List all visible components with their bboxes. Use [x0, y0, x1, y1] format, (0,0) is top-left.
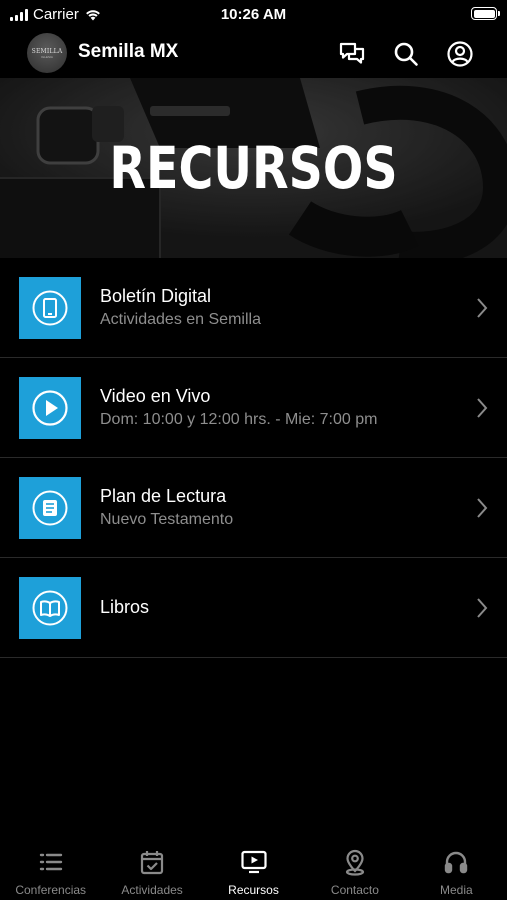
resource-subtitle: Dom: 10:00 y 12:00 hrs. - Mie: 7:00 pm [100, 411, 378, 428]
hero-banner: RECURSOS [0, 78, 507, 258]
chat-bubbles-icon [339, 42, 365, 64]
resource-item-libros[interactable]: Libros [0, 558, 507, 658]
resource-title: Plan de Lectura [100, 486, 227, 506]
book-icon [32, 590, 68, 626]
reading-plan-icon [32, 490, 68, 526]
app-title: Semilla MX [78, 41, 179, 62]
avatar-logo-text: SEMILLA [31, 47, 63, 55]
chat-button[interactable] [338, 40, 366, 68]
resource-icon-tile [19, 277, 81, 339]
resource-title: Libros [100, 597, 150, 617]
search-button[interactable] [392, 40, 420, 68]
resource-icon-tile [19, 377, 81, 439]
tab-contacto[interactable]: Contacto [304, 838, 405, 900]
chevron-right-icon [475, 296, 489, 320]
avatar[interactable]: SEMILLA IGLESIA [27, 33, 67, 73]
status-time: 10:26 AM [220, 6, 287, 23]
resource-title: Boletín Digital [100, 286, 212, 306]
app-header: SEMILLA IGLESIA Semilla MX [0, 30, 507, 78]
resource-item-plan-lectura[interactable]: Plan de Lectura Nuevo Testamento [0, 458, 507, 558]
chevron-right-icon [475, 596, 489, 620]
resource-icon-tile [19, 577, 81, 639]
headphones-icon [445, 851, 468, 874]
tab-label: Conferencias [15, 883, 87, 897]
tab-actividades[interactable]: Actividades [101, 838, 202, 900]
hero-title: RECURSOS [109, 134, 398, 202]
battery-icon [471, 7, 500, 20]
calendar-check-icon [141, 851, 164, 875]
play-icon [32, 390, 68, 426]
tab-recursos[interactable]: Recursos [203, 838, 304, 900]
user-circle-icon [447, 41, 473, 67]
tab-label: Actividades [121, 883, 183, 897]
avatar-logo-subtext: IGLESIA [41, 54, 53, 59]
status-bar: Carrier 10:26 AM [0, 0, 507, 30]
chevron-right-icon [475, 496, 489, 520]
tab-media[interactable]: Media [406, 838, 507, 900]
chevron-right-icon [475, 396, 489, 420]
resource-subtitle: Actividades en Semilla [100, 311, 261, 328]
tab-bar: Conferencias Actividades Recursos Contac… [0, 838, 507, 900]
list-icon [39, 853, 62, 871]
resource-icon-tile [19, 477, 81, 539]
tv-play-icon [240, 850, 267, 874]
resource-title: Video en Vivo [100, 386, 211, 406]
tab-conferencias[interactable]: Conferencias [0, 838, 101, 900]
resources-list: Boletín Digital Actividades en Semilla V… [0, 258, 507, 658]
tab-label: Media [439, 883, 473, 897]
tab-label: Recursos [228, 883, 279, 897]
resource-subtitle: Nuevo Testamento [100, 511, 234, 528]
resource-item-video[interactable]: Video en Vivo Dom: 10:00 y 12:00 hrs. - … [0, 358, 507, 458]
location-pin-icon [345, 849, 365, 876]
tab-label: Contacto [330, 883, 379, 897]
profile-button[interactable] [446, 40, 474, 68]
resource-item-boletin[interactable]: Boletín Digital Actividades en Semilla [0, 258, 507, 358]
search-icon [394, 42, 418, 66]
tablet-icon [32, 290, 68, 326]
